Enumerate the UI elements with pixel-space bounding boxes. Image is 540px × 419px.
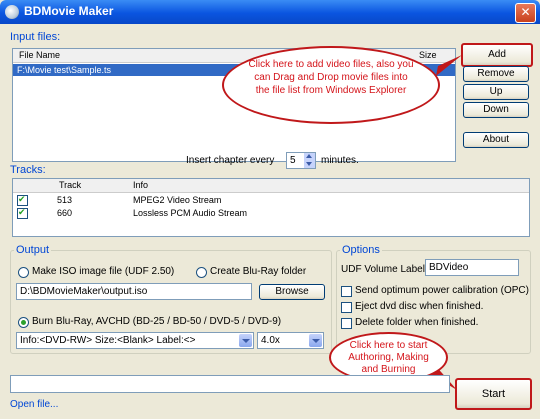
chevron-down-icon[interactable] (309, 334, 322, 347)
column-info[interactable]: Info (133, 179, 148, 192)
eject-checkbox-label[interactable]: Eject dvd disc when finished. (355, 301, 483, 312)
track-number: 513 (57, 195, 73, 205)
drive-info-select[interactable]: Info:<DVD-RW> Size:<Blank> Label:<> (16, 332, 254, 349)
add-callout-text: Click here to add video files, also you … (248, 59, 414, 96)
udf-label: UDF Volume Label (341, 264, 425, 275)
table-row[interactable]: 513 MPEG2 Video Stream (13, 193, 529, 206)
track-checkbox[interactable] (17, 206, 28, 219)
table-row[interactable]: 660 Lossless PCM Audio Stream (13, 206, 529, 219)
opc-checkbox[interactable] (341, 286, 352, 297)
stepper-up-icon[interactable] (306, 154, 312, 158)
open-file-link[interactable]: Open file... (10, 399, 58, 410)
output-path-input[interactable]: D:\BDMovieMaker\output.iso (16, 283, 252, 300)
start-callout-text: Click here to start Authoring, Making an… (348, 340, 429, 375)
track-info: Lossless PCM Audio Stream (133, 208, 248, 218)
chapter-stepper[interactable] (304, 153, 315, 168)
progress-bar (10, 375, 450, 393)
track-info: MPEG2 Video Stream (133, 195, 222, 205)
tracks-list[interactable]: Track Info 513 MPEG2 Video Stream 660 Lo… (12, 178, 530, 237)
bluray-folder-radio[interactable] (196, 267, 207, 278)
output-label: Output (14, 244, 52, 256)
burn-radio[interactable] (18, 317, 29, 328)
eject-checkbox[interactable] (341, 302, 352, 313)
udf-volume-input[interactable]: BDVideo (425, 259, 519, 276)
start-button[interactable]: Start (455, 378, 532, 410)
browse-button[interactable]: Browse (259, 284, 325, 300)
speed-value: 4.0x (261, 335, 280, 346)
stepper-down-icon[interactable] (306, 162, 312, 166)
delete-folder-checkbox-label[interactable]: Delete folder when finished. (355, 317, 478, 328)
burn-radio-label[interactable]: Burn Blu-Ray, AVCHD (BD-25 / BD-50 / DVD… (32, 316, 281, 327)
add-callout: Click here to add video files, also you … (222, 46, 440, 124)
tracks-label: Tracks: (10, 164, 46, 176)
track-checkbox[interactable] (17, 193, 28, 206)
chapter-prefix-label: Insert chapter every (186, 155, 275, 166)
chapter-interval-value: 5 (290, 155, 296, 166)
iso-radio-label[interactable]: Make ISO image file (UDF 2.50) (32, 266, 174, 277)
speed-select[interactable]: 4.0x (257, 332, 324, 349)
options-label: Options (340, 244, 382, 256)
column-track[interactable]: Track (59, 179, 81, 192)
add-callout-pointer (436, 55, 462, 76)
chapter-interval-input[interactable]: 5 (286, 152, 316, 169)
chapter-suffix-label: minutes. (321, 155, 359, 166)
iso-radio[interactable] (18, 267, 29, 278)
drive-info-value: Info:<DVD-RW> Size:<Blank> Label:<> (20, 335, 196, 346)
delete-folder-checkbox[interactable] (341, 318, 352, 329)
opc-checkbox-label[interactable]: Send optimum power calibration (OPC) (355, 285, 529, 296)
bluray-folder-label[interactable]: Create Blu-Ray folder (210, 266, 306, 277)
chevron-down-icon[interactable] (239, 334, 252, 347)
track-number: 660 (57, 208, 73, 218)
tracks-header: Track Info (13, 179, 529, 193)
app-window: BDMovie Maker ✕ Input files: File Name S… (0, 0, 540, 419)
